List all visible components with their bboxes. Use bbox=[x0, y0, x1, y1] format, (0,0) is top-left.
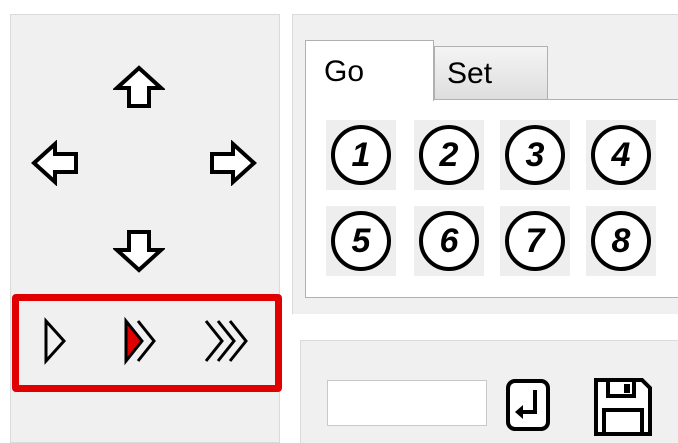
save-button[interactable] bbox=[592, 376, 654, 438]
jog-right-button[interactable] bbox=[206, 140, 258, 186]
position-button-3[interactable]: 3 bbox=[500, 120, 570, 190]
position-label: 6 bbox=[439, 222, 459, 260]
jog-down-button[interactable] bbox=[113, 228, 165, 274]
position-button-2[interactable]: 2 bbox=[414, 120, 484, 190]
arrow-up-icon bbox=[113, 65, 165, 108]
speed-slow-button[interactable] bbox=[40, 315, 70, 367]
position-label: 3 bbox=[525, 136, 545, 174]
position-button-6[interactable]: 6 bbox=[414, 206, 484, 276]
jog-up-button[interactable] bbox=[113, 64, 165, 110]
single-chevron-icon bbox=[44, 317, 67, 365]
position-label: 7 bbox=[525, 222, 545, 260]
tab-go[interactable]: Go bbox=[305, 40, 434, 101]
speed-fast-button[interactable] bbox=[200, 315, 260, 367]
speed-medium-button[interactable] bbox=[120, 315, 162, 367]
jog-left-button[interactable] bbox=[30, 140, 82, 186]
position-button-1[interactable]: 1 bbox=[326, 120, 396, 190]
position-label: 4 bbox=[611, 136, 631, 174]
position-button-7[interactable]: 7 bbox=[500, 206, 570, 276]
position-label: 5 bbox=[351, 222, 371, 260]
arrow-left-icon bbox=[31, 140, 78, 186]
triple-chevron-icon bbox=[204, 320, 248, 362]
position-label: 1 bbox=[351, 136, 371, 174]
position-button-8[interactable]: 8 bbox=[586, 206, 656, 276]
enter-icon bbox=[506, 379, 550, 431]
position-button-4[interactable]: 4 bbox=[586, 120, 656, 190]
position-button-5[interactable]: 5 bbox=[326, 206, 396, 276]
arrow-down-icon bbox=[113, 230, 165, 273]
position-label: 2 bbox=[439, 136, 459, 174]
double-chevron-icon bbox=[124, 316, 156, 366]
app-window: Set Go 1 2 3 4 5 6 7 8 bbox=[0, 0, 678, 443]
enter-button[interactable] bbox=[505, 378, 551, 432]
value-input[interactable] bbox=[327, 380, 487, 426]
save-icon bbox=[594, 378, 652, 436]
arrow-right-icon bbox=[210, 140, 257, 186]
tab-set[interactable]: Set bbox=[434, 46, 548, 99]
position-label: 8 bbox=[611, 222, 631, 260]
